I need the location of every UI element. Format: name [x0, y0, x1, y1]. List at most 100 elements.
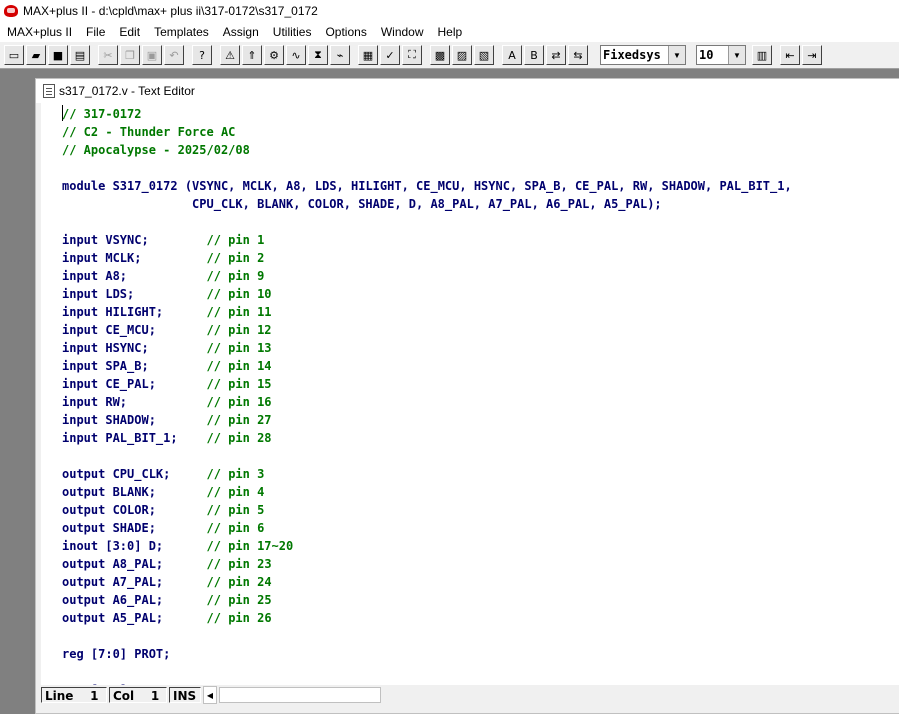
find-replace-icon[interactable]: B — [524, 45, 544, 65]
code-token: input — [62, 287, 99, 301]
code-token: RW; — [98, 395, 207, 409]
save-icon[interactable]: ■ — [48, 45, 68, 65]
code-token: SHADOW; — [98, 413, 207, 427]
find-previous-icon[interactable]: ⇆ — [568, 45, 588, 65]
code-comment: // pin 14 — [206, 359, 272, 373]
indent-left-icon[interactable]: ⇤ — [780, 45, 800, 65]
code-comment: // pin 15 — [206, 377, 272, 391]
text-editor-title: s317_0172.v - Text Editor — [59, 84, 195, 98]
chevron-down-icon[interactable]: ▼ — [668, 46, 685, 64]
code-comment: // pin 26 — [206, 611, 272, 625]
code-line: reg [7:0] PROT; — [62, 645, 170, 663]
code-comment: // pin 12 — [206, 323, 272, 337]
code-line: output A8_PAL; // pin 23 — [62, 555, 272, 573]
text-document-icon[interactable] — [43, 84, 55, 98]
code-comment: // pin 3 — [206, 467, 265, 481]
code-text-area[interactable]: // 317-0172 // C2 - Thunder Force AC // Ap… — [41, 103, 899, 685]
line-value: 1 — [90, 689, 99, 703]
code-comment: // pin 6 — [206, 521, 265, 535]
code-line: output SHADE; // pin 6 — [62, 519, 264, 537]
floorplan-icon[interactable]: ▧ — [474, 45, 494, 65]
print-icon[interactable]: ▤ — [70, 45, 90, 65]
find-next-icon[interactable]: ⇄ — [546, 45, 566, 65]
menu-max-plus-ii[interactable]: MAX+plus II — [0, 22, 79, 42]
code-comment: // Apocalypse - 2025/02/08 — [62, 143, 250, 157]
code-line: output CPU_CLK; // pin 3 — [62, 465, 264, 483]
code-token: HILIGHT; — [98, 305, 207, 319]
menu-templates[interactable]: Templates — [147, 22, 216, 42]
code-token: input — [62, 323, 99, 337]
col-indicator: Col 1 — [109, 687, 167, 703]
toolbar: ▭ ▰ ■ ▤ ✂ ❐ ▣ ↶? ⚠ ⇑ ⚙ ∿ ⧗ ⌁ ▦ ✓ ⛶ ▩ ▨ ▧ A B ⇄ ⇆ Fixedsys ▼ 10 ▼ ▥ ⇤ ⇥ — [0, 42, 899, 69]
warning-icon[interactable]: ⚠ — [220, 45, 240, 65]
indent-right-icon[interactable]: ⇥ — [802, 45, 822, 65]
code-token: LDS; — [98, 287, 207, 301]
menu-help[interactable]: Help — [431, 22, 470, 42]
code-token: output — [62, 521, 106, 535]
code-comment: // pin 17~20 — [206, 539, 294, 553]
code-comment: // pin 5 — [206, 503, 265, 517]
menu-utilities[interactable]: Utilities — [266, 22, 319, 42]
hierarchy-display-icon[interactable]: ⛶ — [402, 45, 422, 65]
open-file-icon[interactable]: ▰ — [26, 45, 46, 65]
line-indicator: Line 1 — [41, 687, 107, 703]
simulator-icon[interactable]: ∿ — [286, 45, 306, 65]
font-select-value: Fixedsys — [603, 48, 661, 62]
compiler-icon[interactable]: ⚙ — [264, 45, 284, 65]
code-line: input VSYNC; // pin 1 — [62, 231, 264, 249]
horizontal-scrollbar-track[interactable] — [219, 687, 381, 703]
paste-icon[interactable]: ▣ — [142, 45, 162, 65]
code-line: inout [3:0] D; // pin 17~20 — [62, 537, 293, 555]
code-line: output COLOR; // pin 5 — [62, 501, 264, 519]
new-file-icon[interactable]: ▭ — [4, 45, 24, 65]
programmer-icon[interactable]: ⌁ — [330, 45, 350, 65]
code-token: inout — [62, 539, 99, 553]
code-token: A7_PAL; — [105, 575, 207, 589]
code-token: VSYNC; — [98, 233, 207, 247]
font-select[interactable]: Fixedsys ▼ — [600, 45, 686, 65]
code-comment: // pin 2 — [206, 251, 265, 265]
copy-icon[interactable]: ❐ — [120, 45, 140, 65]
maxplus-app-icon[interactable] — [4, 5, 18, 17]
menu-assign[interactable]: Assign — [216, 22, 266, 42]
code-comment: // pin 28 — [206, 431, 272, 445]
menu-edit[interactable]: Edit — [112, 22, 147, 42]
code-token: input — [62, 359, 99, 373]
help-pointer-icon[interactable]: ? — [192, 45, 212, 65]
cut-icon[interactable]: ✂ — [98, 45, 118, 65]
menu-file[interactable]: File — [79, 22, 112, 42]
project-save-simulate-icon[interactable]: ▨ — [452, 45, 472, 65]
print-preview-icon[interactable]: ▥ — [752, 45, 772, 65]
code-token: CE_MCU; — [98, 323, 207, 337]
code-comment: // pin 27 — [206, 413, 272, 427]
project-save-check-icon[interactable]: ✓ — [380, 45, 400, 65]
hierarchy-up-icon[interactable]: ⇑ — [242, 45, 262, 65]
menu-window[interactable]: Window — [374, 22, 431, 42]
code-line: output A6_PAL; // pin 25 — [62, 591, 272, 609]
code-line: // C2 - Thunder Force AC — [62, 123, 235, 141]
chevron-down-icon[interactable]: ▼ — [728, 46, 745, 64]
project-save-compile-icon[interactable]: ▩ — [430, 45, 450, 65]
window-title: MAX+plus II - d:\cpld\max+ plus ii\317-0… — [23, 4, 318, 18]
code-line: module S317_0172 (VSYNC, MCLK, A8, LDS, … — [62, 177, 792, 195]
code-line: input SPA_B; // pin 14 — [62, 357, 272, 375]
code-token: input — [62, 413, 99, 427]
code-line: input RW; // pin 16 — [62, 393, 272, 411]
menu-options[interactable]: Options — [318, 22, 373, 42]
project-set-icon[interactable]: ▦ — [358, 45, 378, 65]
code-line: output A7_PAL; // pin 24 — [62, 573, 272, 591]
undo-icon[interactable]: ↶ — [164, 45, 184, 65]
font-size-select[interactable]: 10 ▼ — [696, 45, 746, 65]
code-comment: // C2 - Thunder Force AC — [62, 125, 236, 139]
find-text-icon[interactable]: A — [502, 45, 522, 65]
insert-mode-indicator: INS — [169, 687, 201, 703]
code-token: MCLK; — [98, 251, 207, 265]
code-token: output — [62, 485, 106, 499]
scroll-left-icon[interactable]: ◀ — [203, 686, 217, 704]
code-token: CPU_CLK; — [105, 467, 207, 481]
code-comment: // pin 9 — [206, 269, 265, 283]
code-comment: // pin 11 — [206, 305, 272, 319]
code-line: input CE_MCU; // pin 12 — [62, 321, 272, 339]
code-comment: // pin 23 — [206, 557, 272, 571]
timing-analyzer-icon[interactable]: ⧗ — [308, 45, 328, 65]
